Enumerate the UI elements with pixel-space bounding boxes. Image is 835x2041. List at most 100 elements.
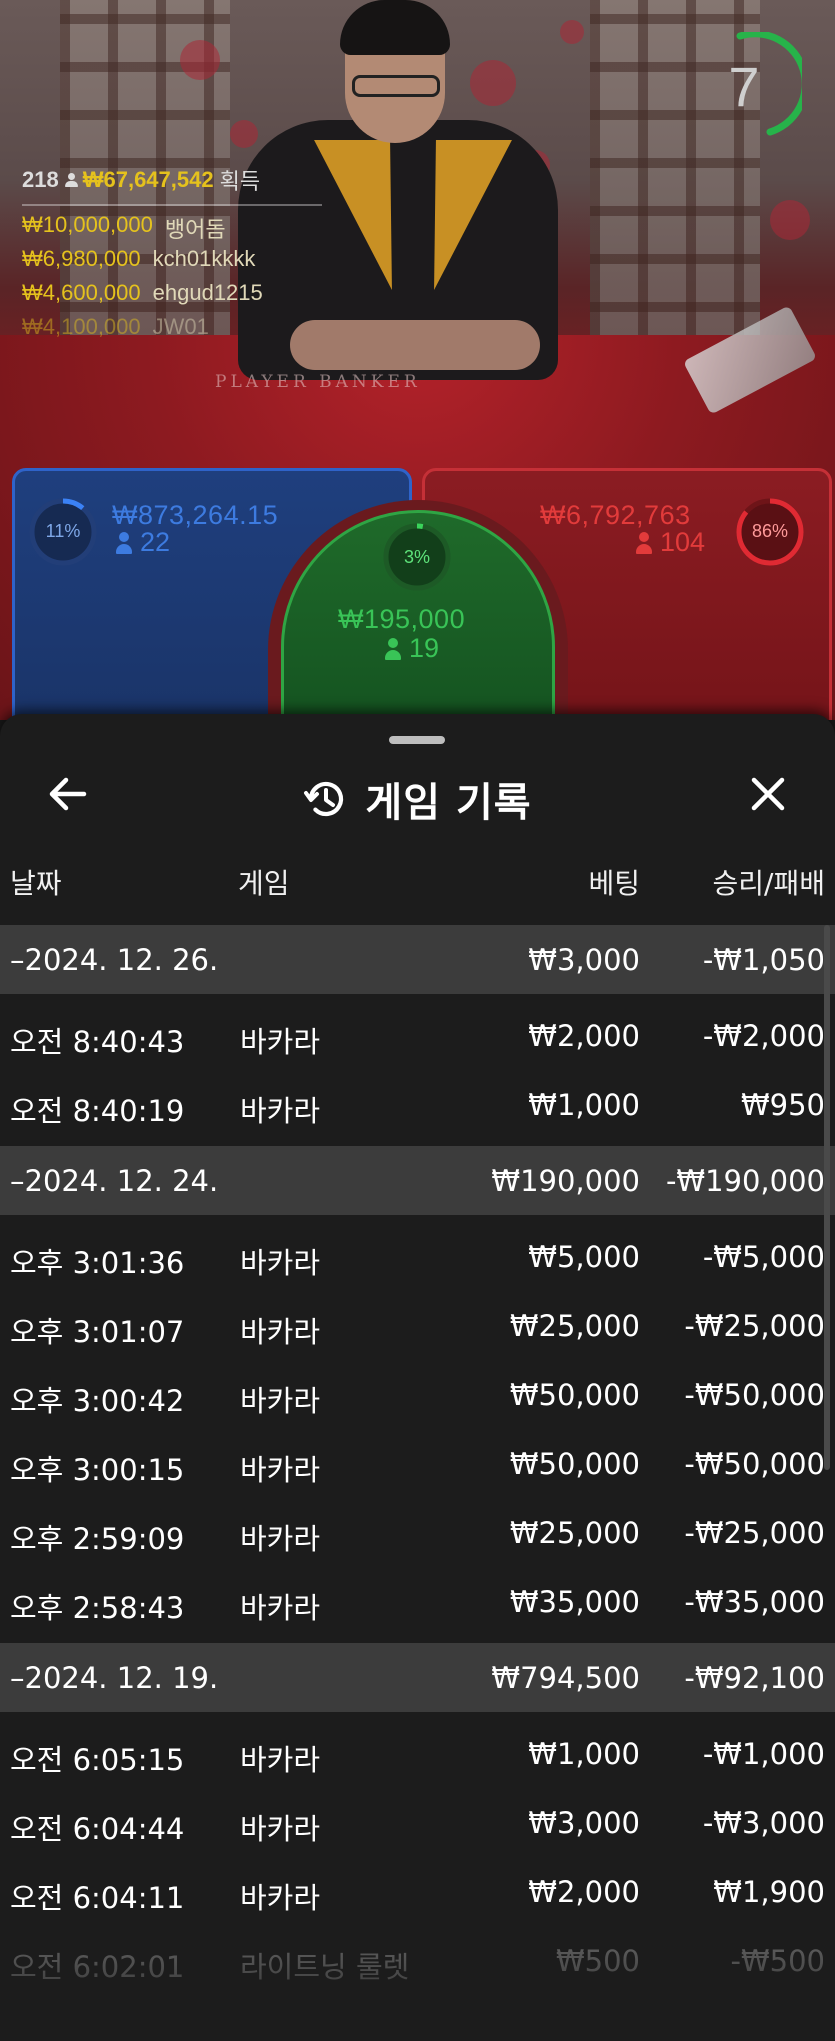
banker-count: 104 [636,527,705,558]
winner-name: JW01 [152,314,209,339]
winner-row: ₩4,100,000 JW01 [22,314,322,342]
date-group-row[interactable]: –2024. 12. 26. ₩3,000 -₩1,050 [0,925,835,994]
row-time: 오전 6:04:44 [10,1812,185,1846]
group-date: –2024. 12. 26. [10,943,219,977]
row-spacer [0,1139,835,1146]
row-bet: ₩3,000 [528,1806,640,1840]
blossom-decoration [180,40,220,80]
row-game: 바카라 [240,1743,321,1777]
column-header-result[interactable]: 승리/패배 [713,862,825,902]
blossom-decoration [770,200,810,240]
row-game: 바카라 [240,1384,321,1418]
round-timer: 7 [710,30,809,144]
history-list: –2024. 12. 26. ₩3,000 -₩1,050 오전 8:40:43 바카라… [0,925,835,1995]
row-result: ₩950 [740,1088,825,1122]
group-result-total: -₩190,000 [665,1164,825,1198]
row-result: -₩1,000 [702,1737,825,1771]
winner-row: ₩10,000,000 뱅어돔 [22,212,322,242]
column-header-bet[interactable]: 베팅 [588,862,640,902]
live-stream-view: PLAYER BANKER 7 218 ₩67,647,542 획득 ₩10,0… [0,0,835,720]
history-row[interactable]: 오후 3:01:36 바카라 ₩5,000 -₩5,000 [0,1222,835,1291]
row-game: 바카라 [240,1315,321,1349]
history-row[interactable]: 오전 8:40:19 바카라 ₩1,000 ₩950 [0,1070,835,1139]
banker-count-value: 104 [660,527,706,557]
row-bet: ₩5,000 [528,1240,640,1274]
history-row[interactable]: 오전 6:04:44 바카라 ₩3,000 -₩3,000 [0,1788,835,1857]
row-time: 오후 3:00:15 [10,1453,185,1487]
row-bet: ₩50,000 [509,1378,640,1412]
group-bet-total: ₩3,000 [528,943,640,977]
row-result: -₩3,000 [702,1806,825,1840]
row-bet: ₩35,000 [509,1585,640,1619]
group-date: –2024. 12. 19. [10,1661,219,1695]
winner-name: kch01kkkk [152,246,256,271]
row-bet: ₩25,000 [509,1309,640,1343]
row-game: 바카라 [240,1812,321,1846]
history-row[interactable]: 오전 6:04:11 바카라 ₩2,000 ₩1,900 [0,1857,835,1926]
row-time: 오후 2:59:09 [10,1522,185,1556]
history-row[interactable]: 오후 3:00:42 바카라 ₩50,000 -₩50,000 [0,1360,835,1429]
group-bet-total: ₩794,500 [491,1661,640,1695]
player-percent: 11% [45,521,81,541]
date-group-row[interactable]: –2024. 12. 24. ₩190,000 -₩190,000 [0,1146,835,1215]
winner-amount: ₩4,600,000 [22,280,141,305]
row-result: -₩500 [730,1944,826,1978]
history-icon [304,781,344,817]
row-time: 오후 3:01:07 [10,1315,185,1349]
winners-panel: 218 ₩67,647,542 획득 ₩10,000,000 뱅어돔 ₩6,98… [22,164,322,342]
row-game: 바카라 [240,1591,321,1625]
winners-count: 218 [22,167,59,192]
tie-count-value: 19 [409,633,440,663]
scrollbar[interactable] [824,925,830,1470]
row-time: 오전 8:40:43 [10,1025,185,1059]
history-row[interactable]: 오전 6:05:15 바카라 ₩1,000 -₩1,000 [0,1719,835,1788]
tie-percent: 3% [403,547,430,567]
column-header-date[interactable]: 날짜 [10,862,62,902]
row-game: 바카라 [240,1094,321,1128]
winner-amount: ₩4,100,000 [22,314,141,339]
blossom-decoration [470,60,516,106]
history-row[interactable]: 오전 8:40:43 바카라 ₩2,000 -₩2,000 [0,1001,835,1070]
close-icon[interactable] [742,768,794,820]
row-bet: ₩50,000 [509,1447,640,1481]
row-time: 오후 2:58:43 [10,1591,185,1625]
row-spacer [0,1636,835,1643]
group-result-total: -₩92,100 [684,1661,825,1695]
group-date: –2024. 12. 24. [10,1164,219,1198]
row-bet: ₩500 [555,1944,640,1978]
history-row[interactable]: 오후 2:59:09 바카라 ₩25,000 -₩25,000 [0,1498,835,1567]
table-header: 날짜 게임 베팅 승리/패배 [0,862,835,906]
winners-total-suffix: 획득 [219,169,261,194]
row-game: 바카라 [240,1025,321,1059]
history-row[interactable]: 오전 6:02:01 라이트닝 룰렛 ₩500 -₩500 [0,1926,835,1995]
row-result: -₩35,000 [684,1585,825,1619]
group-bet-total: ₩190,000 [491,1164,640,1198]
sheet-header: 게임 기록 [0,770,835,828]
row-game: 바카라 [240,1246,321,1280]
blossom-decoration [230,120,258,148]
row-bet: ₩1,000 [528,1088,640,1122]
history-row[interactable]: 오후 3:01:07 바카라 ₩25,000 -₩25,000 [0,1291,835,1360]
player-count-value: 22 [140,527,171,557]
winner-row: ₩4,600,000 ehgud1215 [22,280,322,308]
person-icon [385,637,401,660]
page-title: 게임 기록 [365,780,532,826]
row-time: 오후 3:01:36 [10,1246,185,1280]
person-icon [636,531,652,554]
row-game: 바카라 [240,1881,321,1915]
row-game: 라이트닝 룰렛 [240,1950,410,1984]
row-spacer [0,1215,835,1222]
sheet-drag-handle[interactable] [389,736,445,744]
history-row[interactable]: 오후 2:58:43 바카라 ₩35,000 -₩35,000 [0,1567,835,1636]
dealer-hair [340,0,450,55]
row-spacer [0,1712,835,1719]
dealer-glasses [352,75,440,97]
history-row[interactable]: 오후 3:00:15 바카라 ₩50,000 -₩50,000 [0,1429,835,1498]
row-result: -₩25,000 [684,1309,825,1343]
row-time: 오전 8:40:19 [10,1094,185,1128]
player-count: 22 [116,527,170,558]
winners-total: ₩67,647,542 [82,167,214,192]
column-header-game[interactable]: 게임 [238,862,290,902]
date-group-row[interactable]: –2024. 12. 19. ₩794,500 -₩92,100 [0,1643,835,1712]
row-time: 오전 6:04:11 [10,1881,185,1915]
